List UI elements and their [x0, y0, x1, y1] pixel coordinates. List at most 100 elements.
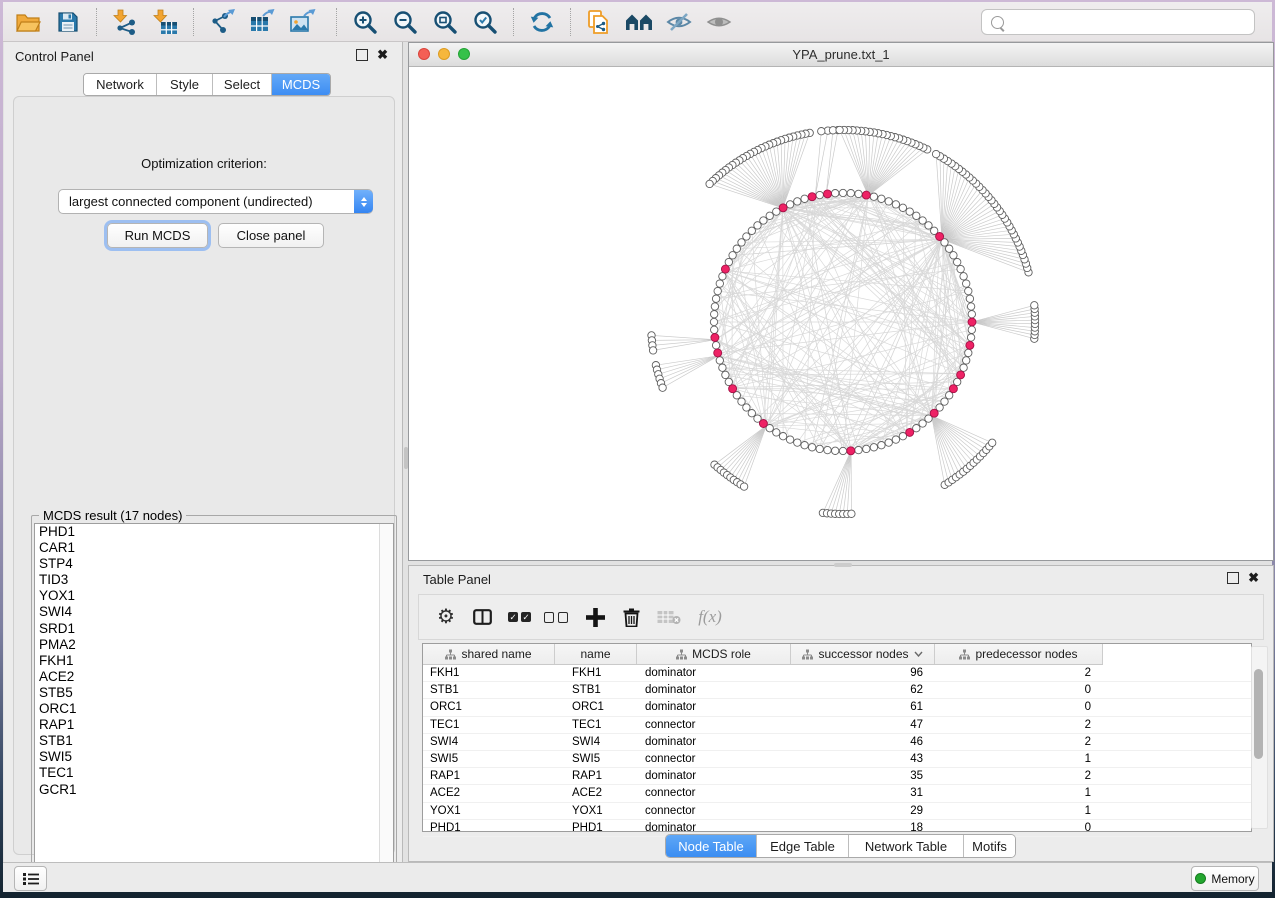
node-table-body: FKH1FKH1dominator962STB1STB1dominator620…: [423, 665, 1251, 837]
mcds-result-item[interactable]: RAP1: [35, 717, 393, 733]
table-cell: ORC1: [423, 701, 555, 713]
column-header-MCDS-role[interactable]: MCDS role: [637, 644, 791, 664]
show-all-icon[interactable]: [699, 6, 739, 38]
hide-selected-icon[interactable]: [659, 6, 699, 38]
zoom-selected-icon[interactable]: [465, 6, 505, 38]
toolbar-separator: [336, 8, 337, 36]
mcds-result-title: MCDS result (17 nodes): [39, 508, 186, 523]
zoom-in-icon[interactable]: [345, 6, 385, 38]
deselect-all-icon[interactable]: [544, 604, 572, 630]
mcds-result-item[interactable]: PMA2: [35, 637, 393, 653]
main-toolbar: [3, 2, 1272, 42]
zoom-fit-icon[interactable]: [425, 6, 465, 38]
table-row[interactable]: SWI5SWI5connector431: [423, 751, 1251, 768]
mcds-result-item[interactable]: GCR1: [35, 782, 393, 798]
tab-mcds[interactable]: MCDS: [272, 74, 330, 95]
open-file-icon[interactable]: [8, 6, 48, 38]
close-panel-button[interactable]: Close panel: [218, 223, 324, 248]
settings-gear-icon[interactable]: ⚙: [433, 604, 459, 630]
mcds-result-item[interactable]: YOX1: [35, 588, 393, 604]
column-header-successor-nodes[interactable]: successor nodes: [791, 644, 935, 664]
control-panel-title: Control Panel: [15, 49, 94, 64]
import-network-icon[interactable]: [105, 6, 145, 38]
table-row[interactable]: TEC1TEC1connector472: [423, 717, 1251, 734]
refresh-icon[interactable]: [522, 6, 562, 38]
column-header-shared-name[interactable]: shared name: [423, 644, 555, 664]
mcds-result-item[interactable]: SRD1: [35, 621, 393, 637]
network-view-titlebar[interactable]: YPA_prune.txt_1: [409, 43, 1273, 67]
duplicate-network-icon[interactable]: [579, 6, 619, 38]
table-cell: 47: [791, 719, 935, 731]
control-panel-tabs: NetworkStyleSelectMCDS: [83, 73, 331, 96]
tab-style[interactable]: Style: [157, 74, 213, 95]
table-cell: SWI5: [555, 753, 637, 765]
tab-network[interactable]: Network: [84, 74, 157, 95]
table-cell: 2: [935, 770, 1103, 782]
zoom-out-icon[interactable]: [385, 6, 425, 38]
splitter-handle[interactable]: [404, 447, 408, 469]
mcds-result-item[interactable]: TID3: [35, 572, 393, 588]
mcds-result-item[interactable]: ORC1: [35, 701, 393, 717]
table-tabs: Node TableEdge TableNetwork TableMotifs: [665, 834, 1016, 858]
table-row[interactable]: ACE2ACE2connector311: [423, 785, 1251, 802]
add-icon[interactable]: [583, 604, 607, 630]
search-input[interactable]: [1004, 15, 1254, 30]
network-canvas[interactable]: [409, 67, 1273, 560]
show-columns-icon[interactable]: [469, 604, 495, 630]
table-cell: 1: [935, 753, 1103, 765]
table-row[interactable]: SWI4SWI4dominator462: [423, 734, 1251, 751]
run-mcds-button[interactable]: Run MCDS: [107, 223, 208, 248]
column-header-predecessor-nodes[interactable]: predecessor nodes: [935, 644, 1103, 664]
delete-icon[interactable]: [619, 604, 643, 630]
tab-select[interactable]: Select: [213, 74, 272, 95]
mcds-result-item[interactable]: TEC1: [35, 765, 393, 781]
tab-network-table[interactable]: Network Table: [849, 835, 964, 857]
float-panel-icon[interactable]: [356, 49, 368, 61]
table-cell: YOX1: [423, 805, 555, 817]
export-image-icon[interactable]: [282, 6, 322, 38]
network-view-panel: YPA_prune.txt_1: [408, 42, 1274, 561]
table-row[interactable]: YOX1YOX1connector291: [423, 803, 1251, 820]
export-network-icon[interactable]: [202, 6, 242, 38]
close-panel-icon[interactable]: ✖: [1248, 573, 1259, 583]
close-panel-icon[interactable]: ✖: [377, 50, 388, 60]
mcds-result-item[interactable]: FKH1: [35, 653, 393, 669]
mcds-result-list[interactable]: PHD1CAR1STP4TID3YOX1SWI4SRD1PMA2FKH1ACE2…: [34, 523, 394, 877]
select-all-icon[interactable]: ✓✓: [507, 604, 535, 630]
mcds-result-item[interactable]: ACE2: [35, 669, 393, 685]
mcds-result-item[interactable]: STP4: [35, 556, 393, 572]
mcds-result-item[interactable]: CAR1: [35, 540, 393, 556]
first-neighbors-icon[interactable]: [619, 6, 659, 38]
table-cell: YOX1: [555, 805, 637, 817]
table-scrollbar-thumb[interactable]: [1254, 669, 1263, 759]
criterion-dropdown[interactable]: largest connected component (undirected): [58, 189, 373, 214]
mcds-result-item[interactable]: SWI4: [35, 604, 393, 620]
memory-button[interactable]: Memory: [1191, 866, 1259, 891]
table-cell: 18: [791, 822, 935, 834]
app-window: Control Panel ✖ Optimization criterion: …: [3, 2, 1272, 891]
mcds-result-item[interactable]: PHD1: [35, 524, 393, 540]
save-session-icon[interactable]: [48, 6, 88, 38]
mcds-list-scrollbar[interactable]: [379, 524, 393, 876]
mcds-result-item[interactable]: STB1: [35, 733, 393, 749]
export-table-icon[interactable]: [242, 6, 282, 38]
import-table-icon[interactable]: [145, 6, 185, 38]
table-row[interactable]: RAP1RAP1dominator352: [423, 768, 1251, 785]
column-header-name[interactable]: name: [555, 644, 637, 664]
table-row[interactable]: STB1STB1dominator620: [423, 682, 1251, 699]
control-panel: Control Panel ✖ Optimization criterion: …: [4, 42, 403, 862]
task-history-button[interactable]: [14, 866, 47, 891]
mcds-result-item[interactable]: STB5: [35, 685, 393, 701]
table-row[interactable]: ORC1ORC1dominator610: [423, 699, 1251, 716]
search-field[interactable]: [981, 9, 1255, 35]
table-cell: STB1: [555, 684, 637, 696]
splitter-handle[interactable]: [834, 563, 852, 567]
tab-node-table[interactable]: Node Table: [666, 835, 757, 857]
tab-motifs[interactable]: Motifs: [964, 835, 1015, 857]
table-scrollbar[interactable]: [1251, 646, 1268, 829]
tab-edge-table[interactable]: Edge Table: [757, 835, 849, 857]
mcds-result-item[interactable]: SWI5: [35, 749, 393, 765]
float-panel-icon[interactable]: [1227, 572, 1239, 584]
table-cell: 43: [791, 753, 935, 765]
table-row[interactable]: FKH1FKH1dominator962: [423, 665, 1251, 682]
